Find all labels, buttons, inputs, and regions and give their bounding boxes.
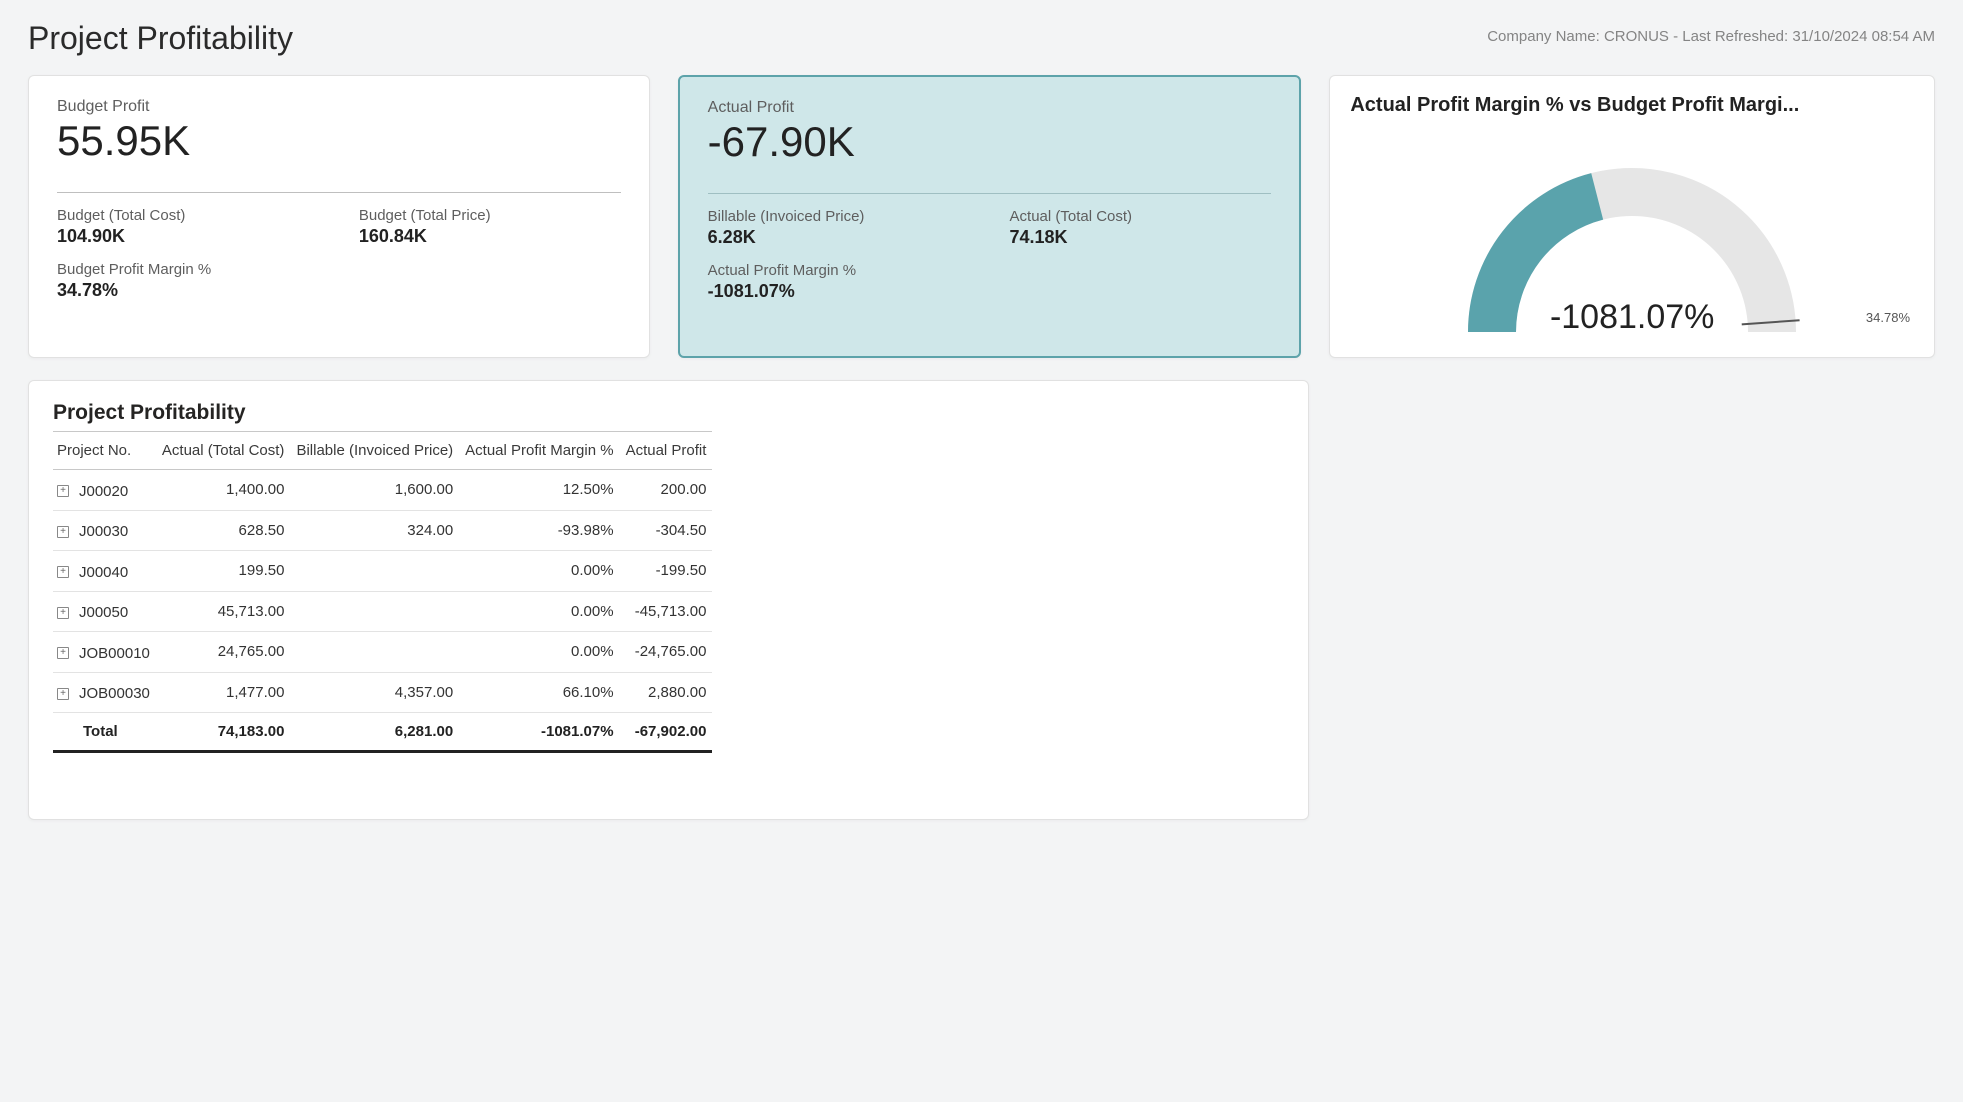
company-name: CRONUS — [1604, 28, 1669, 45]
col-profit[interactable]: Actual Profit — [620, 432, 713, 470]
project-no: J00040 — [79, 564, 128, 581]
cell-billable — [290, 632, 459, 673]
expand-icon[interactable]: + — [57, 647, 69, 659]
cell-total-label: Total — [53, 713, 156, 752]
actual-profit-card[interactable]: Actual Profit -67.90K Billable (Invoiced… — [678, 75, 1302, 358]
cell-project[interactable]: + JOB00010 — [53, 632, 156, 673]
cell-cost: 45,713.00 — [156, 591, 291, 632]
divider — [57, 192, 621, 193]
cell-cost: 628.50 — [156, 510, 291, 551]
cell-billable — [290, 551, 459, 592]
gauge-target-label: 34.78% — [1866, 310, 1910, 325]
cell-project[interactable]: + J00030 — [53, 510, 156, 551]
cell-profit: -199.50 — [620, 551, 713, 592]
table-row[interactable]: + J00020 1,400.001,600.0012.50%200.00 — [53, 470, 712, 511]
expand-icon[interactable]: + — [57, 526, 69, 538]
budget-profit-value: 55.95K — [57, 118, 621, 164]
col-cost[interactable]: Actual (Total Cost) — [156, 432, 291, 470]
cell-billable: 1,600.00 — [290, 470, 459, 511]
page-title: Project Profitability — [28, 20, 293, 57]
budget-profit-label: Budget Profit — [57, 98, 621, 116]
actual-cost-value: 74.18K — [1010, 227, 1272, 248]
cell-profit: 2,880.00 — [620, 672, 713, 713]
divider — [708, 193, 1272, 194]
profitability-table[interactable]: Project No. Actual (Total Cost) Billable… — [53, 431, 712, 753]
table-row[interactable]: + J00050 45,713.00 0.00%-45,713.00 — [53, 591, 712, 632]
cell-total-profit: -67,902.00 — [620, 713, 713, 752]
actual-profit-label: Actual Profit — [708, 99, 1272, 117]
cell-project[interactable]: + JOB00030 — [53, 672, 156, 713]
cell-margin: -93.98% — [459, 510, 619, 551]
table-title: Project Profitability — [53, 401, 1284, 425]
col-project[interactable]: Project No. — [53, 432, 156, 470]
table-row[interactable]: + JOB00010 24,765.00 0.00%-24,765.00 — [53, 632, 712, 673]
project-no: J00030 — [79, 523, 128, 540]
cell-profit: -45,713.00 — [620, 591, 713, 632]
gauge-title: Actual Profit Margin % vs Budget Profit … — [1350, 94, 1914, 117]
table-row[interactable]: + J00030 628.50324.00-93.98%-304.50 — [53, 510, 712, 551]
cell-cost: 1,400.00 — [156, 470, 291, 511]
table-row[interactable]: + JOB00030 1,477.004,357.0066.10%2,880.00 — [53, 672, 712, 713]
company-label: Company Name: — [1487, 28, 1600, 45]
table-row[interactable]: + J00040 199.50 0.00%-199.50 — [53, 551, 712, 592]
cell-margin: 0.00% — [459, 632, 619, 673]
refresh-info: Company Name: CRONUS - Last Refreshed: 3… — [1487, 28, 1935, 45]
budget-profit-card[interactable]: Budget Profit 55.95K Budget (Total Cost)… — [28, 75, 650, 358]
gauge-card[interactable]: Actual Profit Margin % vs Budget Profit … — [1329, 75, 1935, 358]
cell-billable: 4,357.00 — [290, 672, 459, 713]
cell-project[interactable]: + J00040 — [53, 551, 156, 592]
budget-cost-label: Budget (Total Cost) — [57, 207, 319, 224]
billable-value: 6.28K — [708, 227, 970, 248]
kpi-cards-row: Budget Profit 55.95K Budget (Total Cost)… — [28, 75, 1935, 358]
cell-project[interactable]: + J00050 — [53, 591, 156, 632]
cell-billable — [290, 591, 459, 632]
gauge-chart: -1081.07% 34.78% — [1350, 127, 1914, 347]
cell-cost: 1,477.00 — [156, 672, 291, 713]
budget-cost-value: 104.90K — [57, 226, 319, 247]
actual-margin-label: Actual Profit Margin % — [708, 262, 1272, 279]
table-total-row: Total74,183.006,281.00-1081.07%-67,902.0… — [53, 713, 712, 752]
project-no: J00050 — [79, 604, 128, 621]
cell-cost: 24,765.00 — [156, 632, 291, 673]
project-no: JOB00030 — [79, 685, 150, 702]
cell-margin: 0.00% — [459, 551, 619, 592]
refreshed-label: Last Refreshed: — [1682, 28, 1788, 45]
expand-icon[interactable]: + — [57, 607, 69, 619]
budget-margin-value: 34.78% — [57, 280, 621, 301]
cell-project[interactable]: + J00020 — [53, 470, 156, 511]
project-no: J00020 — [79, 483, 128, 500]
cell-margin: 12.50% — [459, 470, 619, 511]
cell-cost: 199.50 — [156, 551, 291, 592]
cell-profit: 200.00 — [620, 470, 713, 511]
profitability-table-card[interactable]: Project Profitability Project No. Actual… — [28, 380, 1309, 820]
header-row: Project Profitability Company Name: CRON… — [28, 20, 1935, 57]
table-header-row: Project No. Actual (Total Cost) Billable… — [53, 432, 712, 470]
budget-margin-label: Budget Profit Margin % — [57, 261, 621, 278]
budget-price-value: 160.84K — [359, 226, 621, 247]
expand-icon[interactable]: + — [57, 688, 69, 700]
refreshed-at: 31/10/2024 08:54 AM — [1792, 28, 1935, 45]
cell-margin: 66.10% — [459, 672, 619, 713]
billable-label: Billable (Invoiced Price) — [708, 208, 970, 225]
expand-icon[interactable]: + — [57, 566, 69, 578]
cell-profit: -304.50 — [620, 510, 713, 551]
project-no: JOB00010 — [79, 645, 150, 662]
cell-profit: -24,765.00 — [620, 632, 713, 673]
cell-margin: 0.00% — [459, 591, 619, 632]
col-billable[interactable]: Billable (Invoiced Price) — [290, 432, 459, 470]
actual-margin-value: -1081.07% — [708, 281, 1272, 302]
cell-total-billable: 6,281.00 — [290, 713, 459, 752]
gauge-center-value: -1081.07% — [1550, 298, 1714, 337]
expand-icon[interactable]: + — [57, 485, 69, 497]
cell-billable: 324.00 — [290, 510, 459, 551]
col-margin[interactable]: Actual Profit Margin % — [459, 432, 619, 470]
cell-total-cost: 74,183.00 — [156, 713, 291, 752]
actual-cost-label: Actual (Total Cost) — [1010, 208, 1272, 225]
cell-total-margin: -1081.07% — [459, 713, 619, 752]
actual-profit-value: -67.90K — [708, 119, 1272, 165]
budget-price-label: Budget (Total Price) — [359, 207, 621, 224]
